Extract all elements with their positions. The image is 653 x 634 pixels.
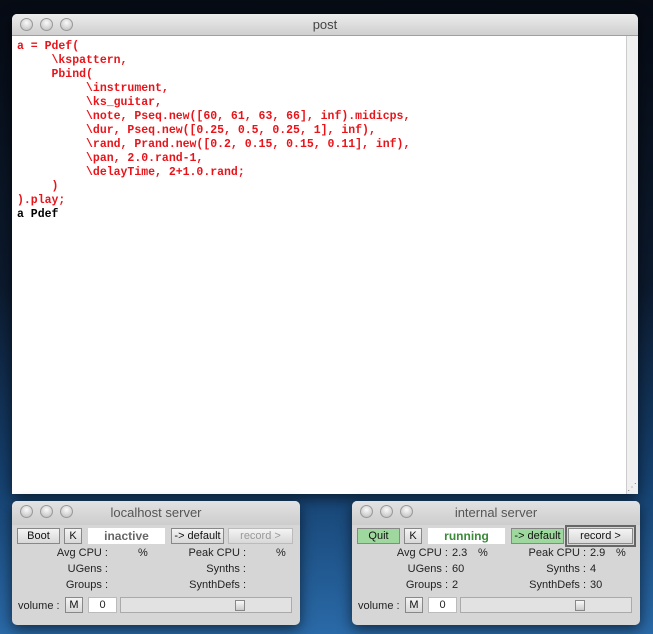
synths-value: 4 bbox=[590, 563, 597, 575]
status-display: running bbox=[428, 528, 505, 544]
post-window: post a = Pdef( \kspattern, Pbind( \instr… bbox=[12, 14, 638, 494]
code-line: Pbind( bbox=[17, 68, 93, 81]
zoom-button[interactable] bbox=[60, 505, 73, 518]
code-line: \instrument, bbox=[17, 82, 169, 95]
default-button[interactable]: -> default bbox=[511, 528, 564, 544]
groups-label: Groups : bbox=[65, 579, 108, 591]
avg-cpu-label: Avg CPU : bbox=[396, 547, 448, 559]
code-line: \rand, Prand.new([0.2, 0.15, 0.15, 0.11]… bbox=[17, 138, 411, 151]
volume-slider[interactable] bbox=[460, 597, 632, 613]
kill-button[interactable]: K bbox=[64, 528, 82, 544]
volume-input[interactable]: 0 bbox=[88, 597, 117, 613]
post-output: a Pdef bbox=[17, 208, 59, 221]
avg-cpu-label: Avg CPU : bbox=[56, 547, 108, 559]
synths-label: Synths : bbox=[206, 563, 246, 575]
synths-label: Synths : bbox=[546, 563, 586, 575]
localhost-server-window: localhost server Boot K inactive -> defa… bbox=[12, 501, 300, 625]
window-title: internal server bbox=[454, 505, 538, 520]
synthdefs-value: 30 bbox=[590, 579, 603, 591]
resize-grip-icon[interactable]: ⋰ bbox=[627, 482, 637, 493]
volume-slider[interactable] bbox=[120, 597, 292, 613]
groups-value: 2 bbox=[452, 579, 459, 591]
code-line: \delayTime, 2+1.0.rand; bbox=[17, 166, 245, 179]
volume-label: volume : bbox=[358, 600, 400, 612]
slider-thumb[interactable] bbox=[575, 600, 585, 611]
boot-button[interactable]: Quit bbox=[357, 528, 400, 544]
avg-cpu-unit: % bbox=[478, 547, 488, 559]
slider-thumb[interactable] bbox=[235, 600, 245, 611]
ugens-label: UGens : bbox=[407, 563, 448, 575]
internal-server-window: internal server Quit K running -> defaul… bbox=[352, 501, 640, 625]
scrollbar[interactable]: ⋰ bbox=[626, 36, 638, 494]
volume-label: volume : bbox=[18, 600, 60, 612]
close-button[interactable] bbox=[20, 505, 33, 518]
boot-button[interactable]: Boot bbox=[17, 528, 60, 544]
kill-button[interactable]: K bbox=[404, 528, 422, 544]
peak-cpu-value: 2.9 bbox=[590, 547, 606, 559]
record-button[interactable]: record > bbox=[228, 528, 293, 544]
status-display: inactive bbox=[88, 528, 165, 544]
window-title: localhost server bbox=[110, 505, 202, 520]
title-bar: localhost server bbox=[12, 501, 300, 525]
zoom-button[interactable] bbox=[60, 18, 73, 31]
title-bar: internal server bbox=[352, 501, 640, 525]
peak-cpu-label: Peak CPU : bbox=[188, 547, 246, 559]
minimize-button[interactable] bbox=[40, 18, 53, 31]
minimize-button[interactable] bbox=[40, 505, 53, 518]
volume-input[interactable]: 0 bbox=[428, 597, 457, 613]
close-button[interactable] bbox=[20, 18, 33, 31]
avg-cpu-value: 2.3 bbox=[452, 547, 468, 559]
window-title: post bbox=[312, 17, 338, 32]
code-line: \ks_guitar, bbox=[17, 96, 162, 109]
title-bar: post bbox=[12, 14, 638, 36]
code-line: ) bbox=[17, 180, 59, 193]
mute-button[interactable]: M bbox=[405, 597, 423, 613]
default-button[interactable]: -> default bbox=[171, 528, 224, 544]
mute-button[interactable]: M bbox=[65, 597, 83, 613]
code-line: \pan, 2.0.rand-1, bbox=[17, 152, 204, 165]
post-text-area[interactable]: a = Pdef( \kspattern, Pbind( \instrument… bbox=[12, 36, 626, 494]
peak-cpu-unit: % bbox=[616, 547, 626, 559]
avg-cpu-unit: % bbox=[138, 547, 148, 559]
code-line: \kspattern, bbox=[17, 54, 128, 67]
code-line: a = Pdef( bbox=[17, 40, 80, 53]
ugens-label: UGens : bbox=[67, 563, 108, 575]
minimize-button[interactable] bbox=[380, 505, 393, 518]
code-line: \note, Pseq.new([60, 61, 63, 66], inf).m… bbox=[17, 110, 411, 123]
ugens-value: 60 bbox=[452, 563, 465, 575]
code-line: ).play; bbox=[17, 194, 66, 207]
peak-cpu-unit: % bbox=[276, 547, 286, 559]
code-line: \dur, Pseq.new([0.25, 0.5, 0.25, 1], inf… bbox=[17, 124, 376, 137]
record-button[interactable]: record > bbox=[565, 525, 636, 547]
peak-cpu-label: Peak CPU : bbox=[528, 547, 586, 559]
zoom-button[interactable] bbox=[400, 505, 413, 518]
synthdefs-label: SynthDefs : bbox=[529, 579, 586, 591]
close-button[interactable] bbox=[360, 505, 373, 518]
synthdefs-label: SynthDefs : bbox=[189, 579, 246, 591]
groups-label: Groups : bbox=[405, 579, 448, 591]
